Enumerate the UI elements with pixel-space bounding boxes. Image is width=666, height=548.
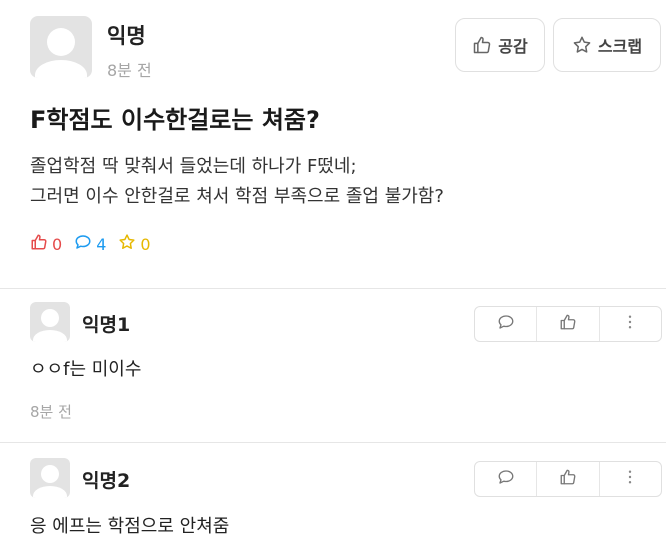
more-button[interactable] — [598, 462, 661, 496]
thumbs-up-icon — [472, 35, 492, 55]
comment-author: 익명1 — [82, 314, 131, 336]
comment-like-button[interactable] — [536, 307, 598, 341]
comment-text: ㅇㅇf는 미이수 — [30, 359, 142, 380]
thumbs-up-icon — [559, 313, 577, 335]
avatar — [30, 458, 70, 498]
avatar — [30, 16, 92, 78]
like-count: 0 — [30, 233, 62, 255]
comment-icon — [74, 233, 92, 255]
more-button[interactable] — [598, 307, 661, 341]
star-icon — [572, 35, 592, 55]
post-body-line: 그러면 이수 안한걸로 쳐서 학점 부족으로 졸업 불가함? — [30, 186, 444, 207]
thumbs-up-icon — [30, 233, 48, 255]
scrap-count: 0 — [118, 233, 151, 255]
scrap-button[interactable]: 스크랩 — [553, 18, 661, 72]
post-author: 익명 — [107, 24, 146, 48]
star-icon — [118, 233, 136, 255]
comment-icon — [497, 313, 515, 335]
scrap-button-label: 스크랩 — [597, 37, 643, 56]
more-vertical-icon — [621, 313, 639, 335]
comment-text: 응 에프는 학점으로 안쳐줌 — [30, 516, 230, 537]
comment-actions — [474, 306, 662, 342]
comment-icon — [497, 468, 515, 490]
like-count-value: 0 — [52, 234, 63, 254]
comment-time: 8분 전 — [30, 403, 72, 421]
divider — [0, 288, 666, 289]
scrap-count-value: 0 — [140, 234, 151, 254]
thumbs-up-icon — [559, 468, 577, 490]
post-stats: 0 4 0 — [30, 232, 163, 256]
like-button-label: 공감 — [498, 37, 528, 56]
post-body-line: 졸업학점 딱 맞춰서 들었는데 하나가 F떴네; — [30, 156, 357, 177]
divider — [0, 442, 666, 443]
more-vertical-icon — [621, 468, 639, 490]
reply-button[interactable] — [475, 307, 536, 341]
comment-count: 4 — [74, 233, 106, 255]
post-title: F학점도 이수한걸로는 쳐줌? — [30, 106, 320, 134]
comment-count-value: 4 — [96, 234, 107, 254]
reply-button[interactable] — [475, 462, 536, 496]
post-body: 졸업학점 딱 맞춰서 들었는데 하나가 F떴네; 그러면 이수 안한걸로 쳐서 … — [30, 152, 444, 212]
post-time: 8분 전 — [107, 61, 152, 80]
comment-actions — [474, 461, 662, 497]
like-button[interactable]: 공감 — [455, 18, 545, 72]
comment-author: 익명2 — [82, 470, 131, 492]
comment-like-button[interactable] — [536, 462, 598, 496]
avatar — [30, 302, 70, 342]
